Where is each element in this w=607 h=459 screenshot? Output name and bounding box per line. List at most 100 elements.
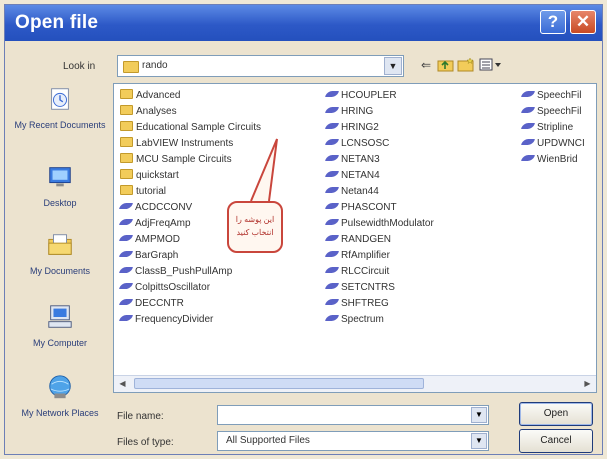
- item-label: MCU Sample Circuits: [136, 154, 232, 165]
- chevron-down-icon[interactable]: ▼: [471, 407, 487, 423]
- list-item[interactable]: WienBrid: [520, 152, 585, 168]
- folder-icon: [120, 169, 133, 179]
- place-desktop[interactable]: Desktop: [13, 163, 107, 208]
- place-label: My Network Places: [21, 408, 99, 418]
- callout-line-2: انتخاب کنید: [236, 228, 274, 237]
- list-item[interactable]: SETCNTRS: [324, 280, 434, 296]
- callout-line-1: این پوشه را: [235, 215, 275, 224]
- item-label: BarGraph: [135, 250, 179, 261]
- list-item[interactable]: Stripline: [520, 120, 585, 136]
- dialog-title: Open file: [15, 12, 99, 33]
- place-label: Desktop: [43, 198, 77, 208]
- list-item[interactable]: RANDGEN: [324, 232, 434, 248]
- circuit-file-icon: [324, 203, 340, 209]
- place-my-recent-documents[interactable]: My Recent Documents: [13, 85, 107, 130]
- list-item[interactable]: ClassB_PushPullAmp: [118, 264, 261, 280]
- circuit-file-icon: [520, 139, 536, 145]
- up-folder-icon[interactable]: [437, 57, 455, 73]
- place-label: My Computer: [32, 338, 87, 348]
- my-documents-icon: [48, 234, 72, 255]
- list-item[interactable]: UPDWNCI: [520, 136, 585, 152]
- item-label: Stripline: [537, 122, 574, 133]
- chevron-down-icon[interactable]: ▼: [384, 57, 402, 75]
- circuit-file-icon: [324, 283, 340, 289]
- network-places-icon: [49, 375, 71, 399]
- my-computer-icon: [48, 305, 72, 328]
- list-item[interactable]: PulsewidthModulator: [324, 216, 434, 232]
- folder-icon: [120, 121, 133, 131]
- item-label: HRING2: [341, 122, 379, 133]
- place-my-documents[interactable]: My Documents: [13, 231, 107, 276]
- circuit-file-icon: [118, 235, 134, 241]
- list-item[interactable]: SpeechFil: [520, 88, 585, 104]
- item-label: RfAmplifier: [341, 250, 390, 261]
- open-file-dialog: Open file ? ✕ Look in rando ▼ ⇐ My Recen…: [4, 4, 603, 455]
- close-button[interactable]: ✕: [570, 10, 596, 34]
- list-item[interactable]: PHASCONT: [324, 200, 434, 216]
- list-item[interactable]: HRING: [324, 104, 434, 120]
- list-item[interactable]: LabVIEW Instruments: [120, 136, 261, 152]
- horizontal-scrollbar[interactable]: ◀ ▶: [114, 375, 596, 392]
- list-item[interactable]: NETAN4: [324, 168, 434, 184]
- list-item[interactable]: MCU Sample Circuits: [120, 152, 261, 168]
- callout-pointer: [250, 138, 278, 202]
- open-button[interactable]: Open: [519, 402, 593, 426]
- back-icon[interactable]: ⇐: [417, 57, 435, 73]
- list-item[interactable]: RfAmplifier: [324, 248, 434, 264]
- list-item[interactable]: HRING2: [324, 120, 434, 136]
- list-item[interactable]: Analyses: [120, 104, 261, 120]
- scrollbar-thumb[interactable]: [134, 378, 424, 389]
- item-label: AMPMOD: [135, 234, 180, 245]
- circuit-file-icon: [324, 171, 340, 177]
- item-label: quickstart: [136, 170, 179, 181]
- place-my-network-places[interactable]: My Network Places: [13, 373, 107, 418]
- item-label: Analyses: [136, 106, 177, 117]
- list-item[interactable]: RLCCircuit: [324, 264, 434, 280]
- look-in-dropdown[interactable]: rando ▼: [117, 55, 404, 77]
- item-label: Spectrum: [341, 314, 384, 325]
- cancel-button[interactable]: Cancel: [519, 429, 593, 453]
- item-label: PulsewidthModulator: [341, 218, 434, 229]
- file-type-select[interactable]: All Supported Files ▼: [217, 431, 489, 451]
- list-item[interactable]: NETAN3: [324, 152, 434, 168]
- place-my-computer[interactable]: My Computer: [13, 303, 107, 348]
- item-label: HCOUPLER: [341, 90, 397, 101]
- desktop-icon: [49, 167, 71, 187]
- item-label: SpeechFil: [537, 106, 582, 117]
- file-name-input[interactable]: ▼: [217, 405, 489, 425]
- item-label: Advanced: [136, 90, 181, 101]
- view-menu-icon[interactable]: [479, 57, 503, 73]
- chevron-down-icon[interactable]: ▼: [471, 433, 487, 449]
- list-item[interactable]: DECCNTR: [118, 296, 261, 312]
- item-label: tutorial: [136, 186, 167, 197]
- help-button[interactable]: ?: [540, 10, 566, 34]
- place-label: My Recent Documents: [14, 120, 106, 130]
- circuit-file-icon: [324, 235, 340, 241]
- scroll-right-icon[interactable]: ▶: [581, 378, 594, 389]
- list-item[interactable]: Netan44: [324, 184, 434, 200]
- list-item[interactable]: HCOUPLER: [324, 88, 434, 104]
- item-label: NETAN3: [341, 154, 380, 165]
- folder-icon: [120, 105, 133, 115]
- scroll-left-icon[interactable]: ◀: [116, 378, 129, 389]
- file-name-label: File name:: [117, 411, 164, 422]
- item-label: LabVIEW Instruments: [136, 138, 234, 149]
- list-item[interactable]: Educational Sample Circuits: [120, 120, 261, 136]
- new-folder-icon[interactable]: [457, 57, 475, 73]
- look-in-label: Look in: [63, 61, 96, 72]
- file-list[interactable]: Advanced Analyses Educational Sample Cir…: [113, 83, 597, 393]
- list-item[interactable]: quickstart: [120, 168, 261, 184]
- folder-icon: [120, 185, 133, 195]
- circuit-file-icon: [324, 251, 340, 257]
- list-item[interactable]: SpeechFil: [520, 104, 585, 120]
- list-item[interactable]: LCNSOSC: [324, 136, 434, 152]
- list-item[interactable]: Advanced: [120, 88, 261, 104]
- list-item[interactable]: SHFTREG: [324, 296, 434, 312]
- list-item[interactable]: ColpittsOscillator: [118, 280, 261, 296]
- list-item[interactable]: FrequencyDivider: [118, 312, 261, 328]
- list-item[interactable]: tutorial: [120, 184, 261, 200]
- item-label: FrequencyDivider: [135, 314, 214, 325]
- list-item[interactable]: Spectrum: [324, 312, 434, 328]
- item-label: WienBrid: [537, 154, 578, 165]
- circuit-file-icon: [324, 139, 340, 145]
